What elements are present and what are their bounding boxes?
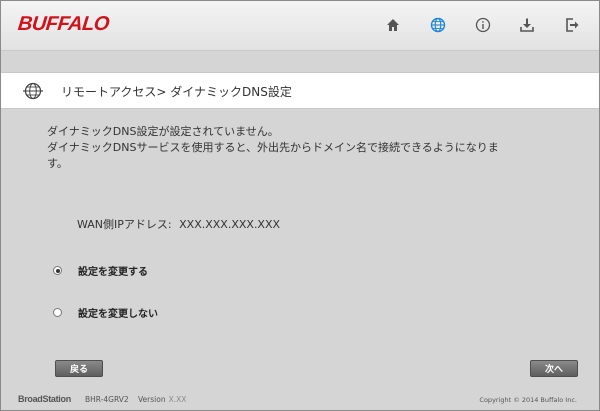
info-icon[interactable]: [473, 15, 493, 35]
app-window: BUFFALO リモートアクセス> ダイナミックDNS設定 ダイナミックDNS設…: [0, 0, 600, 411]
wan-ip-row: WAN側IPアドレス: XXX.XXX.XXX.XXX: [77, 216, 280, 232]
logout-icon[interactable]: [562, 15, 582, 35]
option-keep-settings[interactable]: 設定を変更しない: [53, 305, 158, 320]
back-button[interactable]: 戻る: [55, 360, 103, 377]
footer-brand: BroadStation: [18, 394, 71, 404]
download-icon[interactable]: [517, 15, 537, 35]
footer-copyright: Copyright © 2014 Buffalo Inc.: [479, 396, 577, 404]
status-message-line2: ダイナミックDNSサービスを使用すると、外出先からドメイン名で接続できるようにな…: [47, 141, 499, 154]
option-label-change: 設定を変更する: [78, 267, 148, 278]
option-label-keep: 設定を変更しない: [78, 309, 158, 320]
status-message-line3: す。: [47, 157, 68, 170]
breadcrumb-text: リモートアクセス> ダイナミックDNS設定: [61, 85, 292, 99]
breadcrumb: リモートアクセス> ダイナミックDNS設定: [1, 72, 599, 109]
globe-icon: [23, 81, 43, 101]
radio-keep-settings[interactable]: [53, 308, 62, 317]
wan-ip-value: XXX.XXX.XXX.XXX: [179, 218, 281, 231]
footer-version: Version X.XX: [138, 395, 186, 404]
next-button[interactable]: 次へ: [530, 360, 578, 377]
footer-version-label: Version: [138, 395, 166, 404]
globe-icon[interactable]: [428, 15, 448, 35]
header-bar: BUFFALO: [1, 1, 599, 51]
radio-change-settings[interactable]: [53, 266, 62, 275]
home-icon[interactable]: [383, 15, 403, 35]
option-change-settings[interactable]: 設定を変更する: [53, 263, 148, 278]
status-message-line1: ダイナミックDNS設定が設定されていません。: [47, 125, 279, 138]
footer-version-value: X.XX: [168, 395, 187, 404]
footer-model: BHR-4GRV2: [85, 395, 129, 404]
buffalo-logo: BUFFALO: [16, 13, 111, 35]
wan-ip-label: WAN側IPアドレス:: [77, 218, 172, 231]
